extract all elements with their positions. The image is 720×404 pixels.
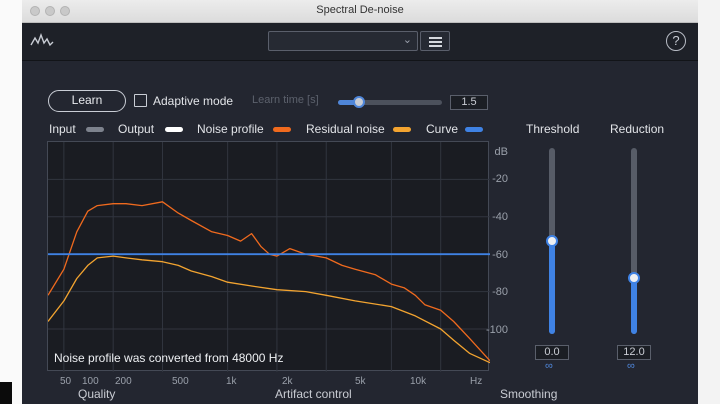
db-tick-label: -20 [492,173,508,185]
db-unit-label: dB [494,146,508,158]
artifact-control-label: Artifact control [275,387,352,401]
noise-profile-series-line [48,201,490,362]
db-tick-label: -100 [485,324,508,336]
learn-time-slider-handle[interactable] [352,96,365,108]
link-icon[interactable]: ∞ [545,360,553,372]
legend-noise-profile-label: Noise profile [197,122,264,136]
freq-tick-label: 1k [226,376,237,387]
quality-label: Quality [78,387,116,401]
desktop-background [0,0,22,404]
chevron-down-icon: ⌄ [402,34,412,46]
threshold-value[interactable]: 0.0 [535,345,569,360]
adaptive-mode-checkbox[interactable] [134,94,147,107]
freq-tick-label: 100 [82,376,99,387]
reduction-slider-handle[interactable] [628,272,640,285]
conversion-note: Noise profile was converted from 48000 H… [54,351,284,365]
waveform-logo-icon [30,33,54,47]
preset-dropdown[interactable]: ⌄ [268,31,418,51]
reduction-label: Reduction [610,122,665,136]
residual-noise-series-line [48,255,490,364]
toolbar: ⌄ ? [22,23,698,61]
learn-button[interactable]: Learn [48,90,126,112]
threshold-slider-fill [549,241,555,334]
legend-residual-noise-label: Residual noise [306,122,385,136]
legend-output-swatch[interactable] [165,127,183,132]
window-title: Spectral De-noise [316,4,404,16]
reduction-value[interactable]: 12.0 [617,345,651,360]
freq-tick-label: 10k [410,376,427,387]
db-tick-label: -40 [492,211,508,223]
legend-noise-profile-swatch[interactable] [273,127,291,132]
legend-residual-noise-swatch[interactable] [393,127,411,132]
freq-tick-label: 200 [115,376,132,387]
legend-output-label: Output [118,122,155,136]
db-tick-label: -60 [492,249,508,261]
freq-tick-label: 5k [355,376,366,387]
smoothing-label: Smoothing [500,387,558,401]
threshold-label: Threshold [526,122,580,136]
freq-tick-label: 50 [60,376,72,387]
adaptive-mode-label: Adaptive mode [153,94,234,108]
learn-time-label: Learn time [s] [252,94,319,106]
freq-tick-label: 2k [282,376,293,387]
spectrum-graph[interactable] [47,141,490,372]
db-tick-label: -80 [492,286,508,298]
plugin-window: Spectral De-noise ⌄ ? Learn Adaptive mod… [22,0,698,404]
freq-tick-label: 500 [172,376,189,387]
desktop-edge-mark [0,382,12,404]
title-bar[interactable]: Spectral De-noise [22,0,698,23]
help-icon[interactable]: ? [666,31,686,51]
link-icon[interactable]: ∞ [627,360,635,372]
freq-unit-label: Hz [470,376,483,387]
spectrum-chart [48,142,490,372]
legend-curve-label: Curve [426,122,459,136]
legend-input-swatch[interactable] [86,127,104,132]
reduction-slider-fill [631,278,637,334]
hamburger-menu-button[interactable] [420,31,450,51]
learn-time-value[interactable]: 1.5 [450,95,488,110]
menu-icon [429,37,442,39]
legend-input-label: Input [49,122,76,136]
threshold-slider-handle[interactable] [546,235,558,247]
legend-curve-swatch[interactable] [465,127,483,132]
